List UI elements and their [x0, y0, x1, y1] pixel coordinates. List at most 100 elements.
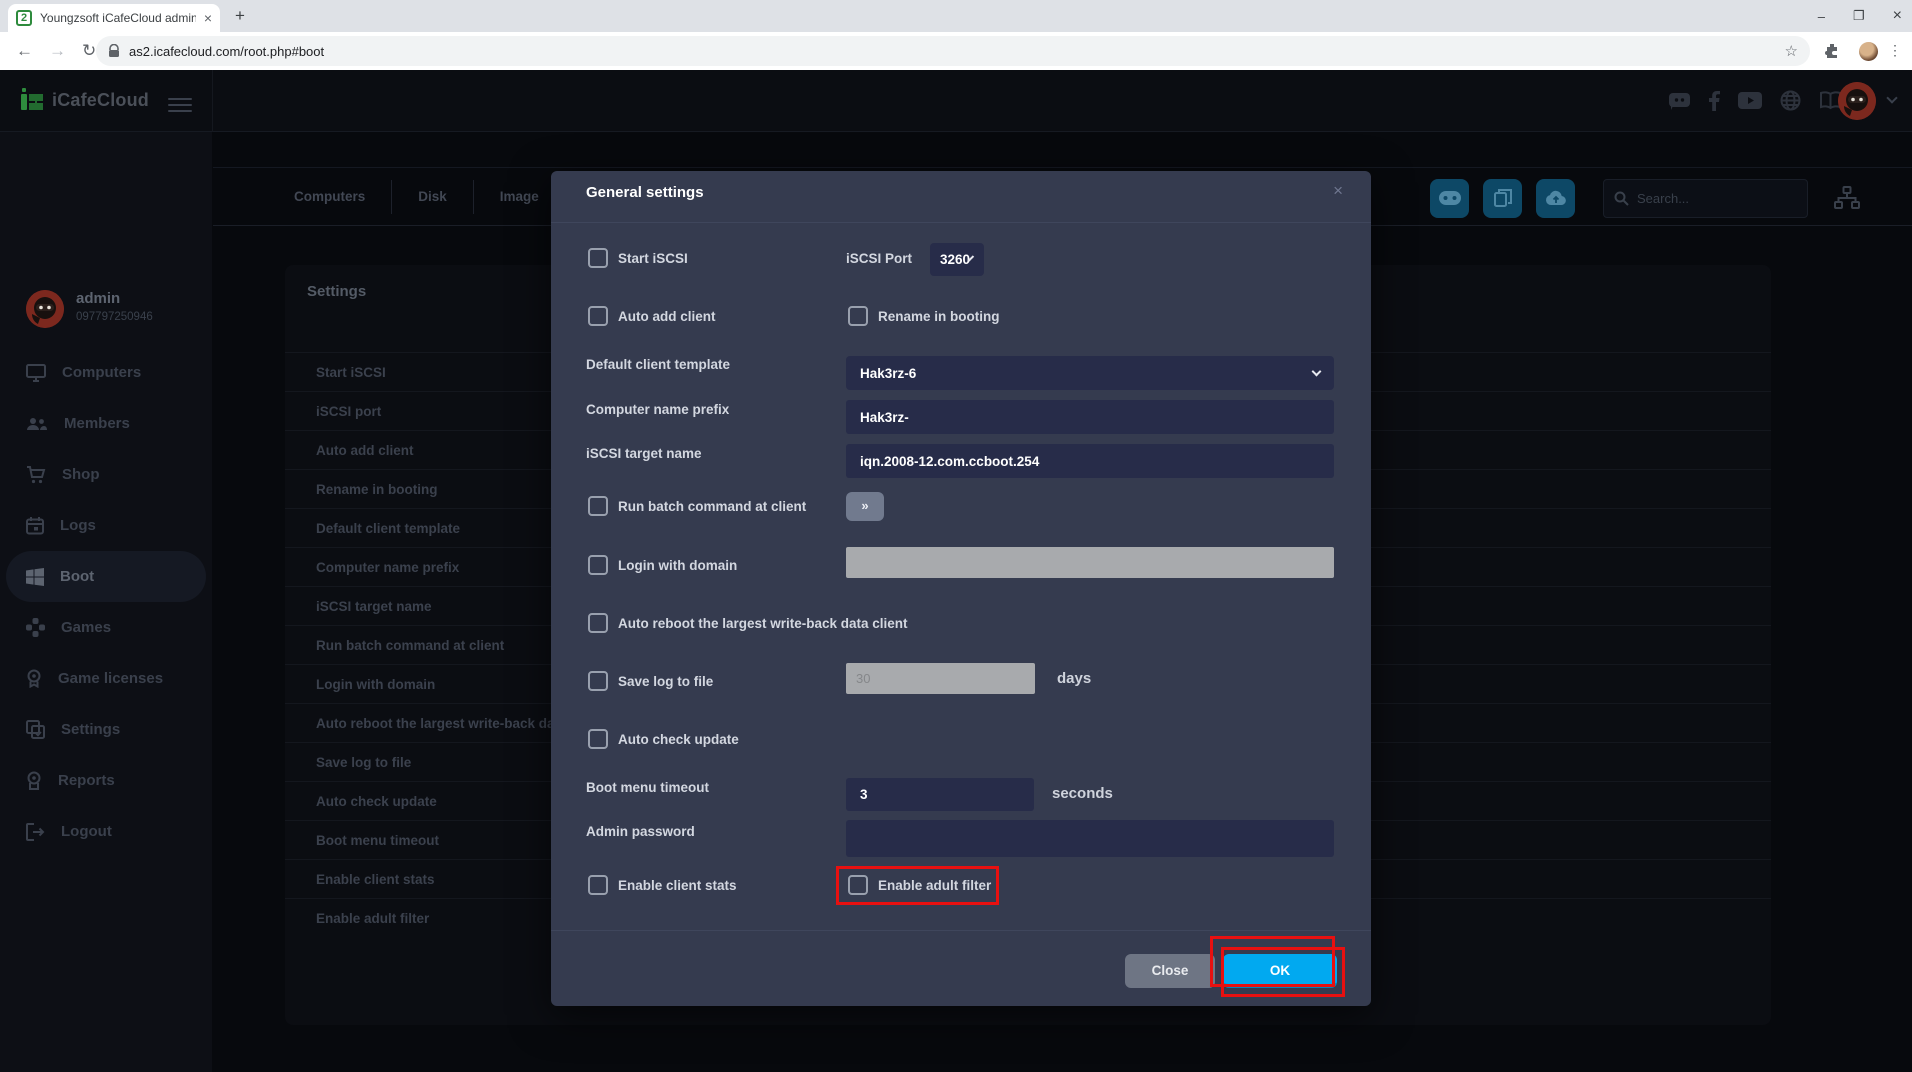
sidebar-item-label: Settings — [61, 721, 120, 738]
browser-url-bar: ← → ↻ as2.icafecloud.com/root.php#boot ☆… — [0, 32, 1912, 70]
facebook-icon[interactable] — [1709, 91, 1720, 111]
save-log-days-input — [846, 663, 1035, 694]
sidebar-item-logs[interactable]: Logs — [0, 500, 212, 551]
auto-check-update-checkbox[interactable] — [588, 729, 608, 749]
bookmark-star-icon[interactable]: ☆ — [1785, 42, 1798, 60]
app-logo[interactable]: iCafeCloud — [20, 86, 149, 114]
logout-icon — [26, 823, 45, 841]
cart-icon — [26, 466, 46, 484]
avatar — [26, 290, 64, 328]
days-unit-label: days — [1057, 670, 1091, 687]
windows-icon — [26, 568, 44, 586]
rename-in-booting-checkbox[interactable] — [848, 306, 868, 326]
enable-client-stats-label: Enable client stats — [618, 878, 737, 893]
window-close-button[interactable]: × — [1893, 7, 1902, 25]
auto-reboot-checkbox[interactable] — [588, 613, 608, 633]
lock-icon — [108, 44, 120, 58]
login-with-domain-label: Login with domain — [618, 558, 737, 573]
window-restore-button[interactable]: ❐ — [1853, 8, 1865, 24]
browser-tab[interactable]: 2 Youngzsoft iCafeCloud admin × — [8, 4, 220, 32]
iscsi-target-name-input[interactable] — [846, 444, 1334, 478]
people-icon — [26, 416, 48, 432]
tab-disk[interactable]: Disk — [392, 180, 474, 214]
sidebar-item-reports[interactable]: Reports — [0, 755, 212, 806]
auto-add-client-label: Auto add client — [618, 309, 716, 324]
address-bar[interactable]: as2.icafecloud.com/root.php#boot ☆ — [96, 36, 1810, 66]
user-name: admin — [76, 290, 153, 307]
sidebar-item-label: Games — [61, 619, 111, 636]
admin-password-input[interactable] — [846, 820, 1334, 857]
auto-reboot-label: Auto reboot the largest write-back data … — [618, 616, 908, 631]
back-icon[interactable]: ← — [16, 41, 33, 61]
sidebar-item-label: Logout — [61, 823, 112, 840]
ok-button[interactable]: OK — [1223, 954, 1337, 988]
computer-name-prefix-label: Computer name prefix — [586, 402, 729, 417]
chevron-down-icon[interactable] — [1886, 92, 1897, 103]
browser-menu-icon[interactable]: ⋮ — [1888, 42, 1902, 59]
logo-text: iCafeCloud — [52, 90, 149, 111]
auto-add-client-checkbox[interactable] — [588, 306, 608, 326]
boot-menu-timeout-input[interactable] — [846, 778, 1034, 811]
sidebar-item-members[interactable]: Members — [0, 398, 212, 449]
hamburger-menu-icon[interactable] — [168, 94, 192, 116]
default-client-template-select[interactable]: Hak3rz-6 — [846, 356, 1334, 390]
badge-icon — [26, 771, 42, 790]
calendar-icon — [26, 517, 44, 535]
sidebar-item-settings[interactable]: Settings — [0, 704, 212, 755]
layers-icon — [26, 720, 45, 739]
search-input[interactable] — [1637, 191, 1787, 206]
panel-title: Settings — [307, 283, 366, 300]
copy-tool-button[interactable] — [1483, 179, 1522, 218]
iscsi-port-select[interactable]: 3260 — [930, 243, 984, 276]
browser-tab-strip: 2 Youngzsoft iCafeCloud admin × + – ❐ × — [0, 0, 1912, 32]
games-tool-button[interactable] — [1430, 179, 1469, 218]
enable-adult-filter-checkbox[interactable] — [848, 875, 868, 895]
computer-name-prefix-input[interactable] — [846, 400, 1334, 434]
reload-icon[interactable]: ↻ — [82, 41, 96, 61]
sidebar-item-label: Reports — [58, 772, 115, 789]
sidebar-item-computers[interactable]: Computers — [0, 347, 212, 398]
seconds-unit-label: seconds — [1052, 785, 1113, 802]
start-iscsi-checkbox[interactable] — [588, 248, 608, 268]
iscsi-port-value: 3260 — [940, 252, 970, 267]
cloud-upload-button[interactable] — [1536, 179, 1575, 218]
url-text[interactable]: as2.icafecloud.com/root.php#boot — [129, 44, 324, 59]
tab-close-icon[interactable]: × — [204, 10, 212, 26]
sidebar: admin 097797250946 Computers Members Sho… — [0, 132, 212, 1072]
modal-close-icon[interactable]: × — [1333, 181, 1343, 201]
login-with-domain-checkbox[interactable] — [588, 555, 608, 575]
enable-client-stats-checkbox[interactable] — [588, 875, 608, 895]
medal-icon — [26, 669, 42, 688]
sidebar-item-label: Boot — [60, 568, 94, 585]
window-minimize-button[interactable]: – — [1818, 9, 1825, 24]
iscsi-port-label: iSCSI Port — [846, 251, 912, 266]
extensions-icon[interactable] — [1824, 43, 1840, 59]
rename-in-booting-label: Rename in booting — [878, 309, 1000, 324]
gamepad-icon — [26, 618, 45, 637]
batch-command-expand-button[interactable]: » — [846, 492, 884, 521]
discord-icon[interactable] — [1668, 91, 1691, 111]
new-tab-button[interactable]: + — [228, 6, 252, 26]
sidebar-item-shop[interactable]: Shop — [0, 449, 212, 500]
run-batch-checkbox[interactable] — [588, 496, 608, 516]
close-button[interactable]: Close — [1125, 954, 1215, 988]
admin-password-label: Admin password — [586, 824, 695, 839]
save-log-checkbox[interactable] — [588, 671, 608, 691]
cloud-upload-icon — [1545, 190, 1567, 206]
globe-icon[interactable] — [1780, 90, 1801, 111]
search-box[interactable] — [1603, 179, 1808, 218]
browser-profile-avatar[interactable] — [1859, 42, 1878, 61]
sidebar-item-boot[interactable]: Boot — [6, 551, 206, 602]
monitor-icon — [26, 364, 46, 382]
sidebar-item-logout[interactable]: Logout — [0, 806, 212, 857]
network-sitemap-icon[interactable] — [1834, 186, 1860, 210]
user-avatar[interactable] — [1838, 82, 1876, 120]
save-log-label: Save log to file — [618, 674, 713, 689]
sidebar-item-games[interactable]: Games — [0, 602, 212, 653]
tab-computers[interactable]: Computers — [268, 180, 392, 214]
youtube-icon[interactable] — [1738, 92, 1762, 109]
sidebar-item-label: Computers — [62, 364, 141, 381]
sidebar-item-game-licenses[interactable]: Game licenses — [0, 653, 212, 704]
enable-adult-filter-label: Enable adult filter — [878, 878, 991, 893]
browser-tab-title: Youngzsoft iCafeCloud admin — [40, 11, 196, 25]
